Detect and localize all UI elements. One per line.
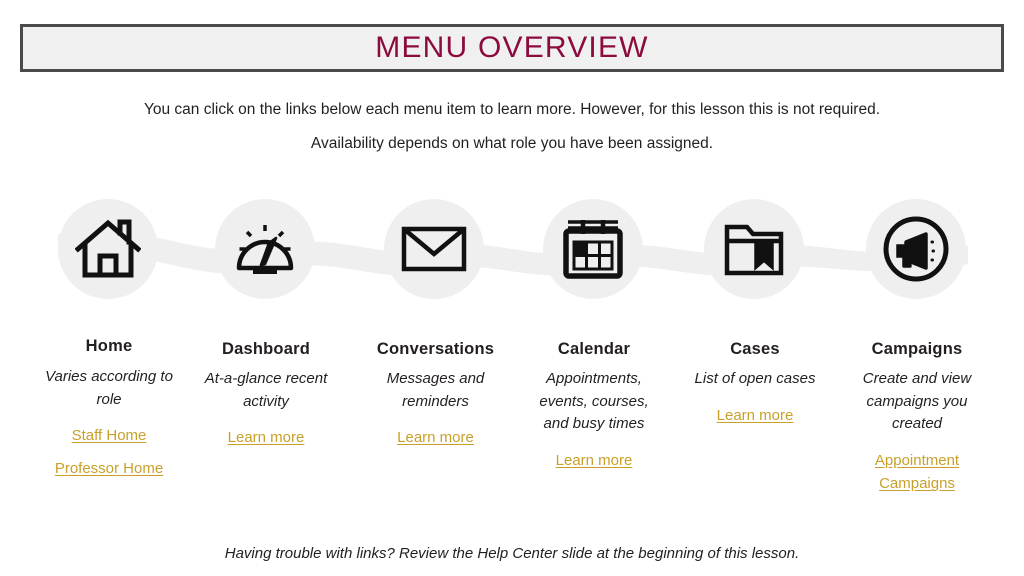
- calendar-icon: [557, 213, 629, 285]
- dashboard-gauge-icon: [229, 213, 301, 285]
- column-description-home: Varies according to role: [45, 367, 173, 409]
- menu-column-dashboard: Dashboard At-a-glance recent activity Le…: [200, 340, 332, 450]
- column-description-campaigns: Create and view campaigns you created: [862, 369, 972, 433]
- link-dashboard-learn-more[interactable]: Learn more: [200, 426, 332, 449]
- home-icon: [72, 213, 144, 285]
- column-title-home: Home: [85, 337, 133, 355]
- intro-text-line-1: You can click on the links below each me…: [143, 101, 881, 118]
- link-conversations-learn-more[interactable]: Learn more: [358, 426, 513, 449]
- column-title-calendar: Calendar: [557, 340, 631, 358]
- slide-title-banner: MENU OVERVIEW: [20, 24, 1004, 72]
- column-title-campaigns: Campaigns: [871, 340, 963, 358]
- column-links-cases: Learn more: [688, 404, 822, 427]
- column-links-calendar: Learn more: [531, 449, 657, 472]
- column-description-conversations: Messages and reminders: [386, 369, 485, 410]
- column-description-calendar: Appointments, events, courses, and busy …: [539, 369, 649, 433]
- icon-band: [0, 186, 1024, 312]
- column-title-dashboard: Dashboard: [222, 340, 310, 358]
- menu-column-cases: Cases List of open cases Learn more: [688, 340, 822, 427]
- column-title-cases: Cases: [730, 340, 780, 358]
- menu-column-calendar: Calendar Appointments, events, courses, …: [531, 340, 657, 472]
- envelope-icon: [398, 213, 470, 285]
- menu-column-home: Home Varies according to role Staff Home…: [42, 337, 176, 480]
- link-staff-home[interactable]: Staff Home: [42, 424, 176, 447]
- link-appointment-campaigns[interactable]: Appointment Campaigns: [850, 449, 984, 496]
- menu-column-conversations: Conversations Messages and reminders Lea…: [358, 340, 513, 450]
- intro-text-line-2: Availability depends on what role you ha…: [310, 135, 714, 152]
- column-links-dashboard: Learn more: [200, 426, 332, 449]
- folder-bookmark-icon: [718, 213, 790, 285]
- megaphone-circle-icon: [880, 213, 952, 285]
- page-title: MENU OVERVIEW: [375, 31, 649, 64]
- column-description-cases: List of open cases: [694, 369, 816, 387]
- column-title-conversations: Conversations: [376, 340, 495, 358]
- link-calendar-learn-more[interactable]: Learn more: [531, 449, 657, 472]
- column-links-conversations: Learn more: [358, 426, 513, 449]
- column-links-home: Staff Home Professor Home: [42, 424, 176, 481]
- footer-help-note: Having trouble with links? Review the He…: [224, 545, 800, 562]
- link-professor-home[interactable]: Professor Home: [42, 457, 176, 480]
- column-description-dashboard: At-a-glance recent activity: [204, 369, 328, 410]
- link-cases-learn-more[interactable]: Learn more: [688, 404, 822, 427]
- menu-column-campaigns: Campaigns Create and view campaigns you …: [850, 340, 984, 496]
- column-links-campaigns: Appointment Campaigns: [850, 449, 984, 496]
